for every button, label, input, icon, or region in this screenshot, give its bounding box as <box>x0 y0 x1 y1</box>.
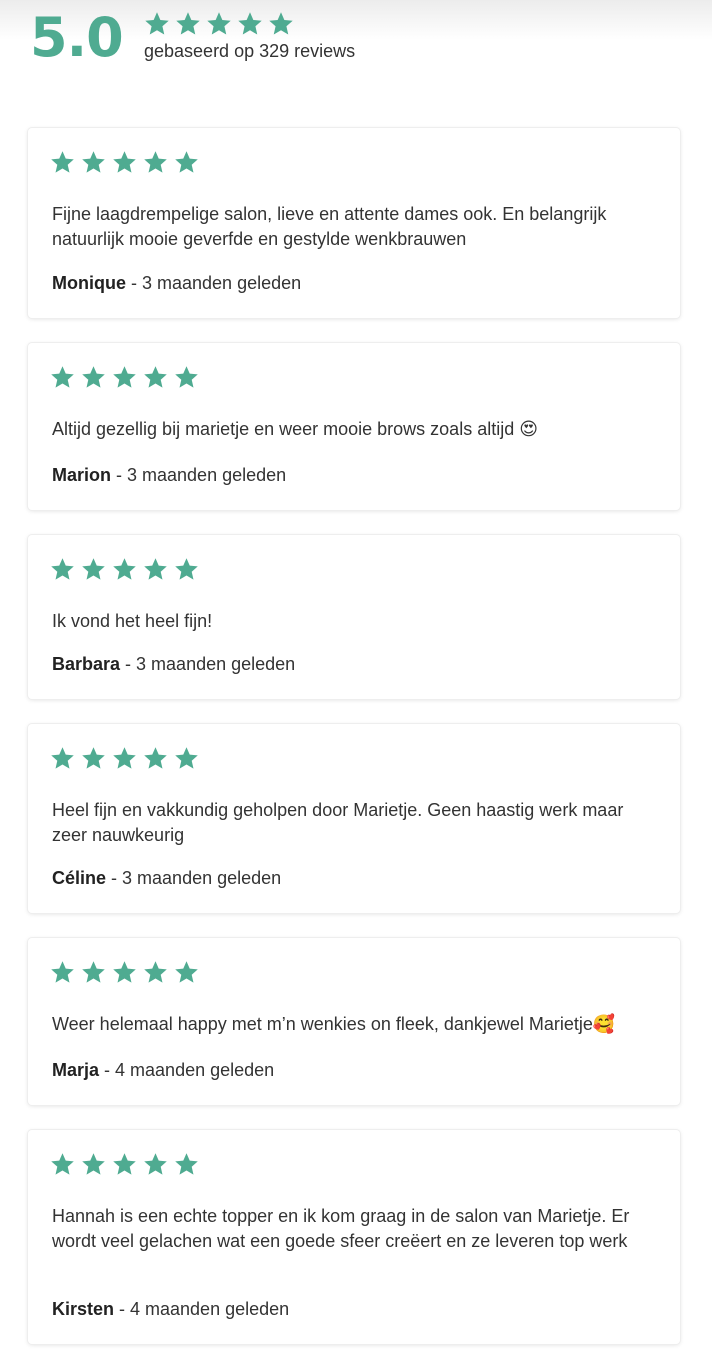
review-stars <box>50 746 199 771</box>
star-icon <box>174 557 199 582</box>
review-time: - 3 maanden geleden <box>106 868 282 888</box>
review-count-text: gebaseerd op 329 reviews <box>144 41 356 61</box>
star-icon <box>174 365 199 390</box>
star-icon <box>112 1152 137 1177</box>
review-card: Ik vond het heel fijn! Barbara - 3 maand… <box>28 535 680 699</box>
star-icon <box>174 960 199 985</box>
star-icon <box>112 960 137 985</box>
review-text: Heel fijn en vakkundig geholpen door Mar… <box>52 800 624 845</box>
star-icon <box>143 746 168 771</box>
review-time: - 3 maanden geleden <box>111 465 287 485</box>
star-icon <box>81 746 106 771</box>
star-icon <box>143 1152 168 1177</box>
review-meta: Marion - 3 maanden geleden <box>52 464 286 486</box>
star-icon <box>143 150 168 175</box>
star-icon <box>237 11 263 37</box>
review-stars <box>50 1152 199 1177</box>
star-icon <box>50 960 75 985</box>
review-text: Fijne laagdrempelige salon, lieve en att… <box>52 204 607 249</box>
review-stars <box>50 557 199 582</box>
star-icon <box>144 11 170 37</box>
review-stars <box>50 150 199 175</box>
star-icon <box>268 11 294 37</box>
review-card: Heel fijn en vakkundig geholpen door Mar… <box>28 724 680 913</box>
review-card: Fijne laagdrempelige salon, lieve en att… <box>28 128 680 318</box>
review-author: Kirsten <box>52 1299 115 1319</box>
review-time: - 3 maanden geleden <box>120 654 296 674</box>
star-icon <box>81 150 106 175</box>
star-icon <box>50 746 75 771</box>
review-card: Hannah is een echte topper en ik kom gra… <box>28 1130 680 1344</box>
star-icon <box>50 557 75 582</box>
average-score: 5.0 <box>30 6 124 69</box>
review-author: Marion <box>52 465 112 485</box>
star-icon <box>112 365 137 390</box>
review-author: Barbara <box>52 654 121 674</box>
star-icon <box>143 960 168 985</box>
review-time: - 4 maanden geleden <box>99 1060 275 1080</box>
review-time: - 4 maanden geleden <box>114 1299 290 1319</box>
star-icon <box>112 746 137 771</box>
review-text: Hannah is een echte topper en ik kom gra… <box>52 1206 630 1251</box>
review-meta: Kirsten - 4 maanden geleden <box>52 1298 289 1320</box>
star-icon <box>50 365 75 390</box>
star-icon <box>206 11 232 37</box>
review-author: Céline <box>52 868 107 888</box>
review-stars <box>50 365 199 390</box>
review-meta: Marja - 4 maanden geleden <box>52 1059 274 1081</box>
review-meta: Céline - 3 maanden geleden <box>52 867 281 889</box>
review-author: Monique <box>52 273 126 293</box>
star-icon <box>175 11 201 37</box>
star-icon <box>174 1152 199 1177</box>
star-icon <box>112 557 137 582</box>
star-icon <box>81 960 106 985</box>
star-icon <box>143 557 168 582</box>
star-icon <box>174 746 199 771</box>
review-stars <box>50 960 199 985</box>
star-icon <box>81 1152 106 1177</box>
review-text: Weer helemaal happy met m’n wenkies on f… <box>52 1014 616 1034</box>
review-card: Weer helemaal happy met m’n wenkies on f… <box>28 938 680 1105</box>
star-icon <box>50 1152 75 1177</box>
review-meta: Barbara - 3 maanden geleden <box>52 653 295 675</box>
review-card: Altijd gezellig bij marietje en weer moo… <box>28 343 680 510</box>
review-meta: Monique - 3 maanden geleden <box>52 272 301 294</box>
star-icon <box>81 365 106 390</box>
summary-stars <box>144 11 294 37</box>
star-icon <box>50 150 75 175</box>
star-icon <box>81 557 106 582</box>
review-text: Altijd gezellig bij marietje en weer moo… <box>52 419 538 439</box>
reviews-page: 5.0 gebaseerd op 329 reviews Fijne laagd… <box>0 0 712 1358</box>
review-text: Ik vond het heel fijn! <box>52 611 213 631</box>
review-author: Marja <box>52 1060 100 1080</box>
star-icon <box>112 150 137 175</box>
review-time: - 3 maanden geleden <box>126 273 302 293</box>
star-icon <box>143 365 168 390</box>
star-icon <box>174 150 199 175</box>
